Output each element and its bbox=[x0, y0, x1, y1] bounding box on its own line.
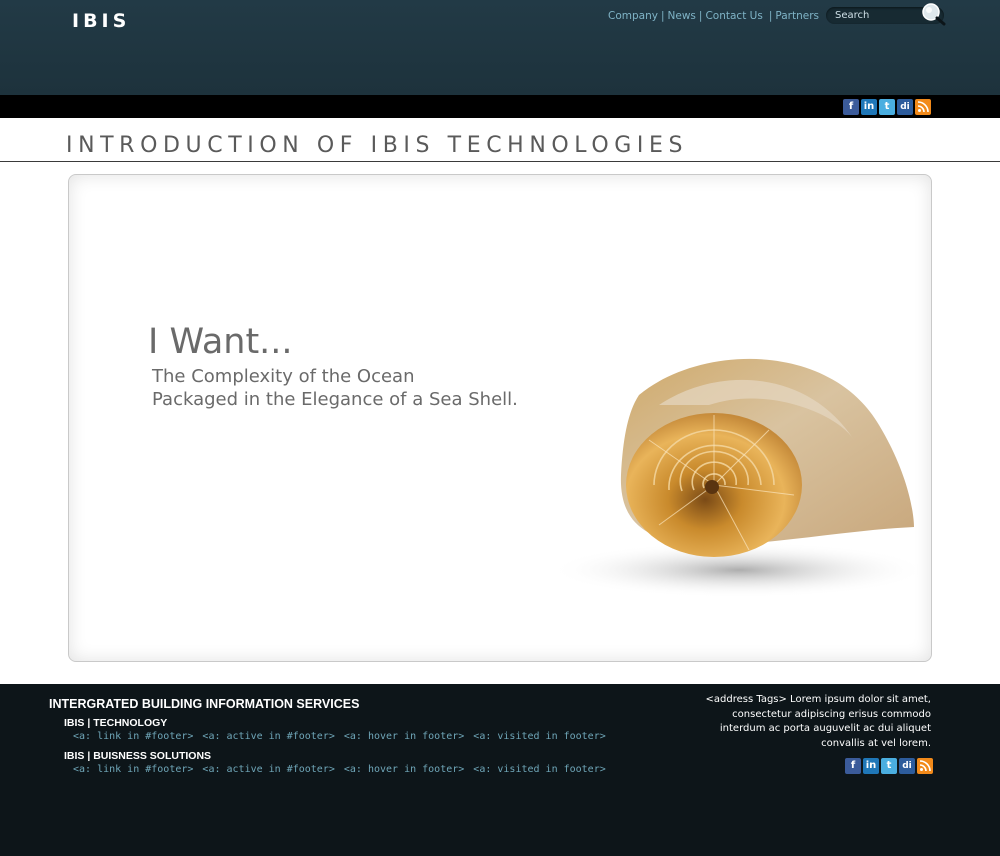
footer-group-title-technology: IBIS | TECHNOLOGY bbox=[64, 717, 168, 729]
site-logo[interactable]: IBIS bbox=[72, 10, 130, 32]
footer-link[interactable]: <a: link in #footer> bbox=[73, 731, 193, 742]
twitter-icon[interactable]: t bbox=[881, 758, 897, 774]
footer-group-title-business-solutions: IBIS | BUISNESS SOLUTIONS bbox=[64, 750, 212, 762]
linkedin-icon[interactable]: in bbox=[861, 99, 877, 115]
hero-headline: I Want... bbox=[148, 322, 293, 362]
hero-tagline-line-1: The Complexity of the Ocean bbox=[152, 366, 415, 387]
footer-link[interactable]: <a: hover in footer> bbox=[344, 764, 464, 775]
social-bar: f in t di bbox=[0, 95, 1000, 118]
linkedin-icon[interactable]: in bbox=[863, 758, 879, 774]
delicious-icon[interactable]: di bbox=[899, 758, 915, 774]
nav-separator: | bbox=[768, 10, 773, 22]
footer-link[interactable]: <a: visited in footer> bbox=[473, 764, 605, 775]
site-footer: INTERGRATED BUILDING INFORMATION SERVICE… bbox=[0, 684, 1000, 856]
footer-links-business-solutions: <a: link in #footer> <a: active in #foot… bbox=[73, 764, 606, 775]
title-divider bbox=[0, 161, 1000, 162]
hero-tagline-line-2: Packaged in the Elegance of a Sea Shell. bbox=[152, 389, 518, 410]
search-input[interactable] bbox=[835, 9, 919, 22]
top-nav: Company | News | Contact Us | Partners bbox=[608, 10, 819, 22]
nautilus-shell-image bbox=[549, 358, 929, 598]
footer-link[interactable]: <a: active in #footer> bbox=[202, 764, 334, 775]
footer-link[interactable]: <a: active in #footer> bbox=[202, 731, 334, 742]
nav-link-news[interactable]: News bbox=[668, 10, 696, 22]
social-icons: f in t di bbox=[843, 99, 931, 115]
page-title: INTRODUCTION OF IBIS TECHNOLOGIES bbox=[66, 133, 689, 158]
footer-link[interactable]: <a: visited in footer> bbox=[473, 731, 605, 742]
nav-link-partners[interactable]: Partners bbox=[775, 10, 819, 22]
nav-link-contact-us[interactable]: Contact Us bbox=[705, 10, 762, 22]
nav-link-company[interactable]: Company bbox=[608, 10, 658, 22]
rss-icon[interactable] bbox=[917, 758, 933, 774]
footer-address: <address Tags> Lorem ipsum dolor sit ame… bbox=[705, 694, 931, 749]
hero-banner: I Want... The Complexity of the Ocean Pa… bbox=[68, 174, 932, 662]
footer-links-technology: <a: link in #footer> <a: active in #foot… bbox=[73, 731, 606, 742]
hero-tagline: The Complexity of the Ocean Packaged in … bbox=[152, 365, 518, 411]
nav-separator: | bbox=[698, 10, 703, 22]
twitter-icon[interactable]: t bbox=[879, 99, 895, 115]
site-header: IBIS Company | News | Contact Us | Partn… bbox=[0, 0, 1000, 95]
nav-separator: | bbox=[660, 10, 665, 22]
facebook-icon[interactable]: f bbox=[845, 758, 861, 774]
search-icon[interactable] bbox=[920, 2, 946, 26]
delicious-icon[interactable]: di bbox=[897, 99, 913, 115]
footer-social-icons: f in t di bbox=[845, 758, 933, 774]
facebook-icon[interactable]: f bbox=[843, 99, 859, 115]
footer-heading: INTERGRATED BUILDING INFORMATION SERVICE… bbox=[49, 697, 360, 711]
footer-link[interactable]: <a: hover in footer> bbox=[344, 731, 464, 742]
footer-link[interactable]: <a: link in #footer> bbox=[73, 764, 193, 775]
rss-icon[interactable] bbox=[915, 99, 931, 115]
